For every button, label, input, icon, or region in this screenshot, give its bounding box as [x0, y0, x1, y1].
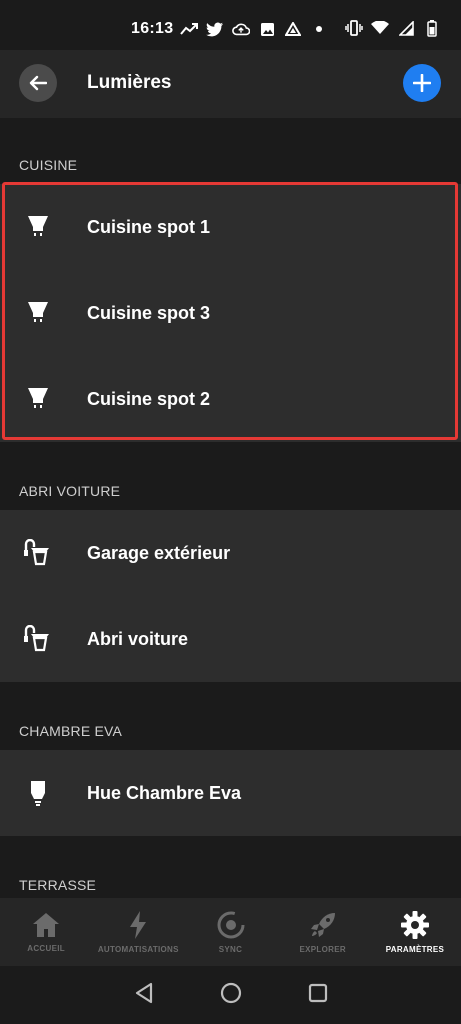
- plus-icon: [413, 74, 431, 92]
- add-light-button[interactable]: [403, 64, 441, 102]
- nav-parametres[interactable]: PARAMÈTRES: [369, 898, 461, 966]
- signal-icon: [397, 19, 415, 37]
- spot-bulb-icon: [22, 383, 54, 415]
- nav-explorer[interactable]: EXPLORER: [277, 898, 369, 966]
- nav-label: EXPLORER: [299, 945, 346, 954]
- system-icons: [345, 19, 441, 37]
- trend-icon: [180, 20, 198, 38]
- back-nav-button[interactable]: [134, 982, 154, 1009]
- nav-accueil[interactable]: ACCUEIL: [0, 898, 92, 966]
- light-label: Cuisine spot 2: [87, 388, 211, 409]
- nav-label: ACCUEIL: [27, 944, 65, 953]
- light-row[interactable]: Cuisine spot 3: [0, 270, 461, 356]
- light-label: Cuisine spot 1: [87, 216, 211, 237]
- wall-lamp-icon: [22, 537, 54, 569]
- app-bar: Lumières: [0, 50, 461, 118]
- light-row[interactable]: Garage extérieur: [0, 510, 461, 596]
- light-label: Cuisine spot 3: [87, 302, 211, 323]
- square-recents-icon: [308, 983, 327, 1002]
- image-icon: [258, 20, 276, 38]
- light-row[interactable]: Abri voiture: [0, 596, 461, 682]
- room-group-abri-voiture: Garage extérieur Abri voiture: [0, 510, 461, 682]
- page-title: Lumières: [87, 72, 172, 93]
- notification-icons: [180, 20, 328, 38]
- rocket-icon: [310, 913, 335, 937]
- status-bar: 16:13: [0, 0, 461, 50]
- cloud-upload-icon: [232, 20, 250, 38]
- light-row[interactable]: Cuisine spot 1: [0, 184, 461, 270]
- section-header-terrasse: TERRASSE: [19, 877, 97, 893]
- nav-label: AUTOMATISATIONS: [97, 945, 179, 954]
- drive-icon: [284, 20, 302, 38]
- light-label: Abri voiture: [87, 628, 189, 649]
- bottom-nav: ACCUEIL AUTOMATISATIONS SYNC EXPLORER PA…: [0, 898, 461, 966]
- spot-bulb-icon: [22, 297, 54, 329]
- light-label: Hue Chambre Eva: [87, 782, 242, 803]
- spot-bulb-icon: [22, 211, 54, 243]
- section-header-cuisine: CUISINE: [19, 157, 78, 173]
- room-group-chambre-eva: Hue Chambre Eva: [0, 750, 461, 836]
- section-header-abri-voiture: ABRI VOITURE: [19, 483, 121, 499]
- circle-home-icon: [220, 982, 241, 1003]
- sync-icon: [217, 911, 244, 939]
- nav-label: SYNC: [218, 945, 243, 954]
- nav-sync[interactable]: SYNC: [184, 898, 276, 966]
- arrow-left-icon: [29, 75, 47, 91]
- system-nav-bar: [0, 966, 461, 1024]
- light-label: Garage extérieur: [87, 542, 231, 563]
- wall-lamp-icon: [22, 623, 54, 655]
- recents-nav-button[interactable]: [308, 983, 328, 1008]
- status-time: 16:13: [131, 20, 174, 37]
- bulb-icon: [22, 777, 54, 809]
- twitter-icon: [206, 20, 224, 38]
- wifi-icon: [371, 19, 389, 37]
- section-header-chambre-eva: CHAMBRE EVA: [19, 723, 123, 739]
- nav-automatisations[interactable]: AUTOMATISATIONS: [92, 898, 184, 966]
- light-row[interactable]: Cuisine spot 2: [0, 356, 461, 442]
- home-nav-button[interactable]: [220, 982, 242, 1009]
- light-row[interactable]: Hue Chambre Eva: [0, 750, 461, 836]
- nav-label: PARAMÈTRES: [385, 945, 445, 954]
- dot-icon: [310, 20, 328, 38]
- triangle-back-icon: [135, 982, 152, 1003]
- gear-icon: [400, 911, 429, 939]
- room-group-cuisine: Cuisine spot 1 Cuisine spot 3 Cuisine sp…: [0, 184, 461, 442]
- battery-icon: [423, 19, 441, 37]
- lights-list[interactable]: CUISINE Cuisine spot 1 Cuisine spot 3 Cu…: [0, 118, 461, 898]
- bolt-icon: [130, 911, 147, 939]
- vibrate-icon: [345, 19, 363, 37]
- home-icon: [33, 913, 60, 937]
- back-button[interactable]: [19, 64, 57, 102]
